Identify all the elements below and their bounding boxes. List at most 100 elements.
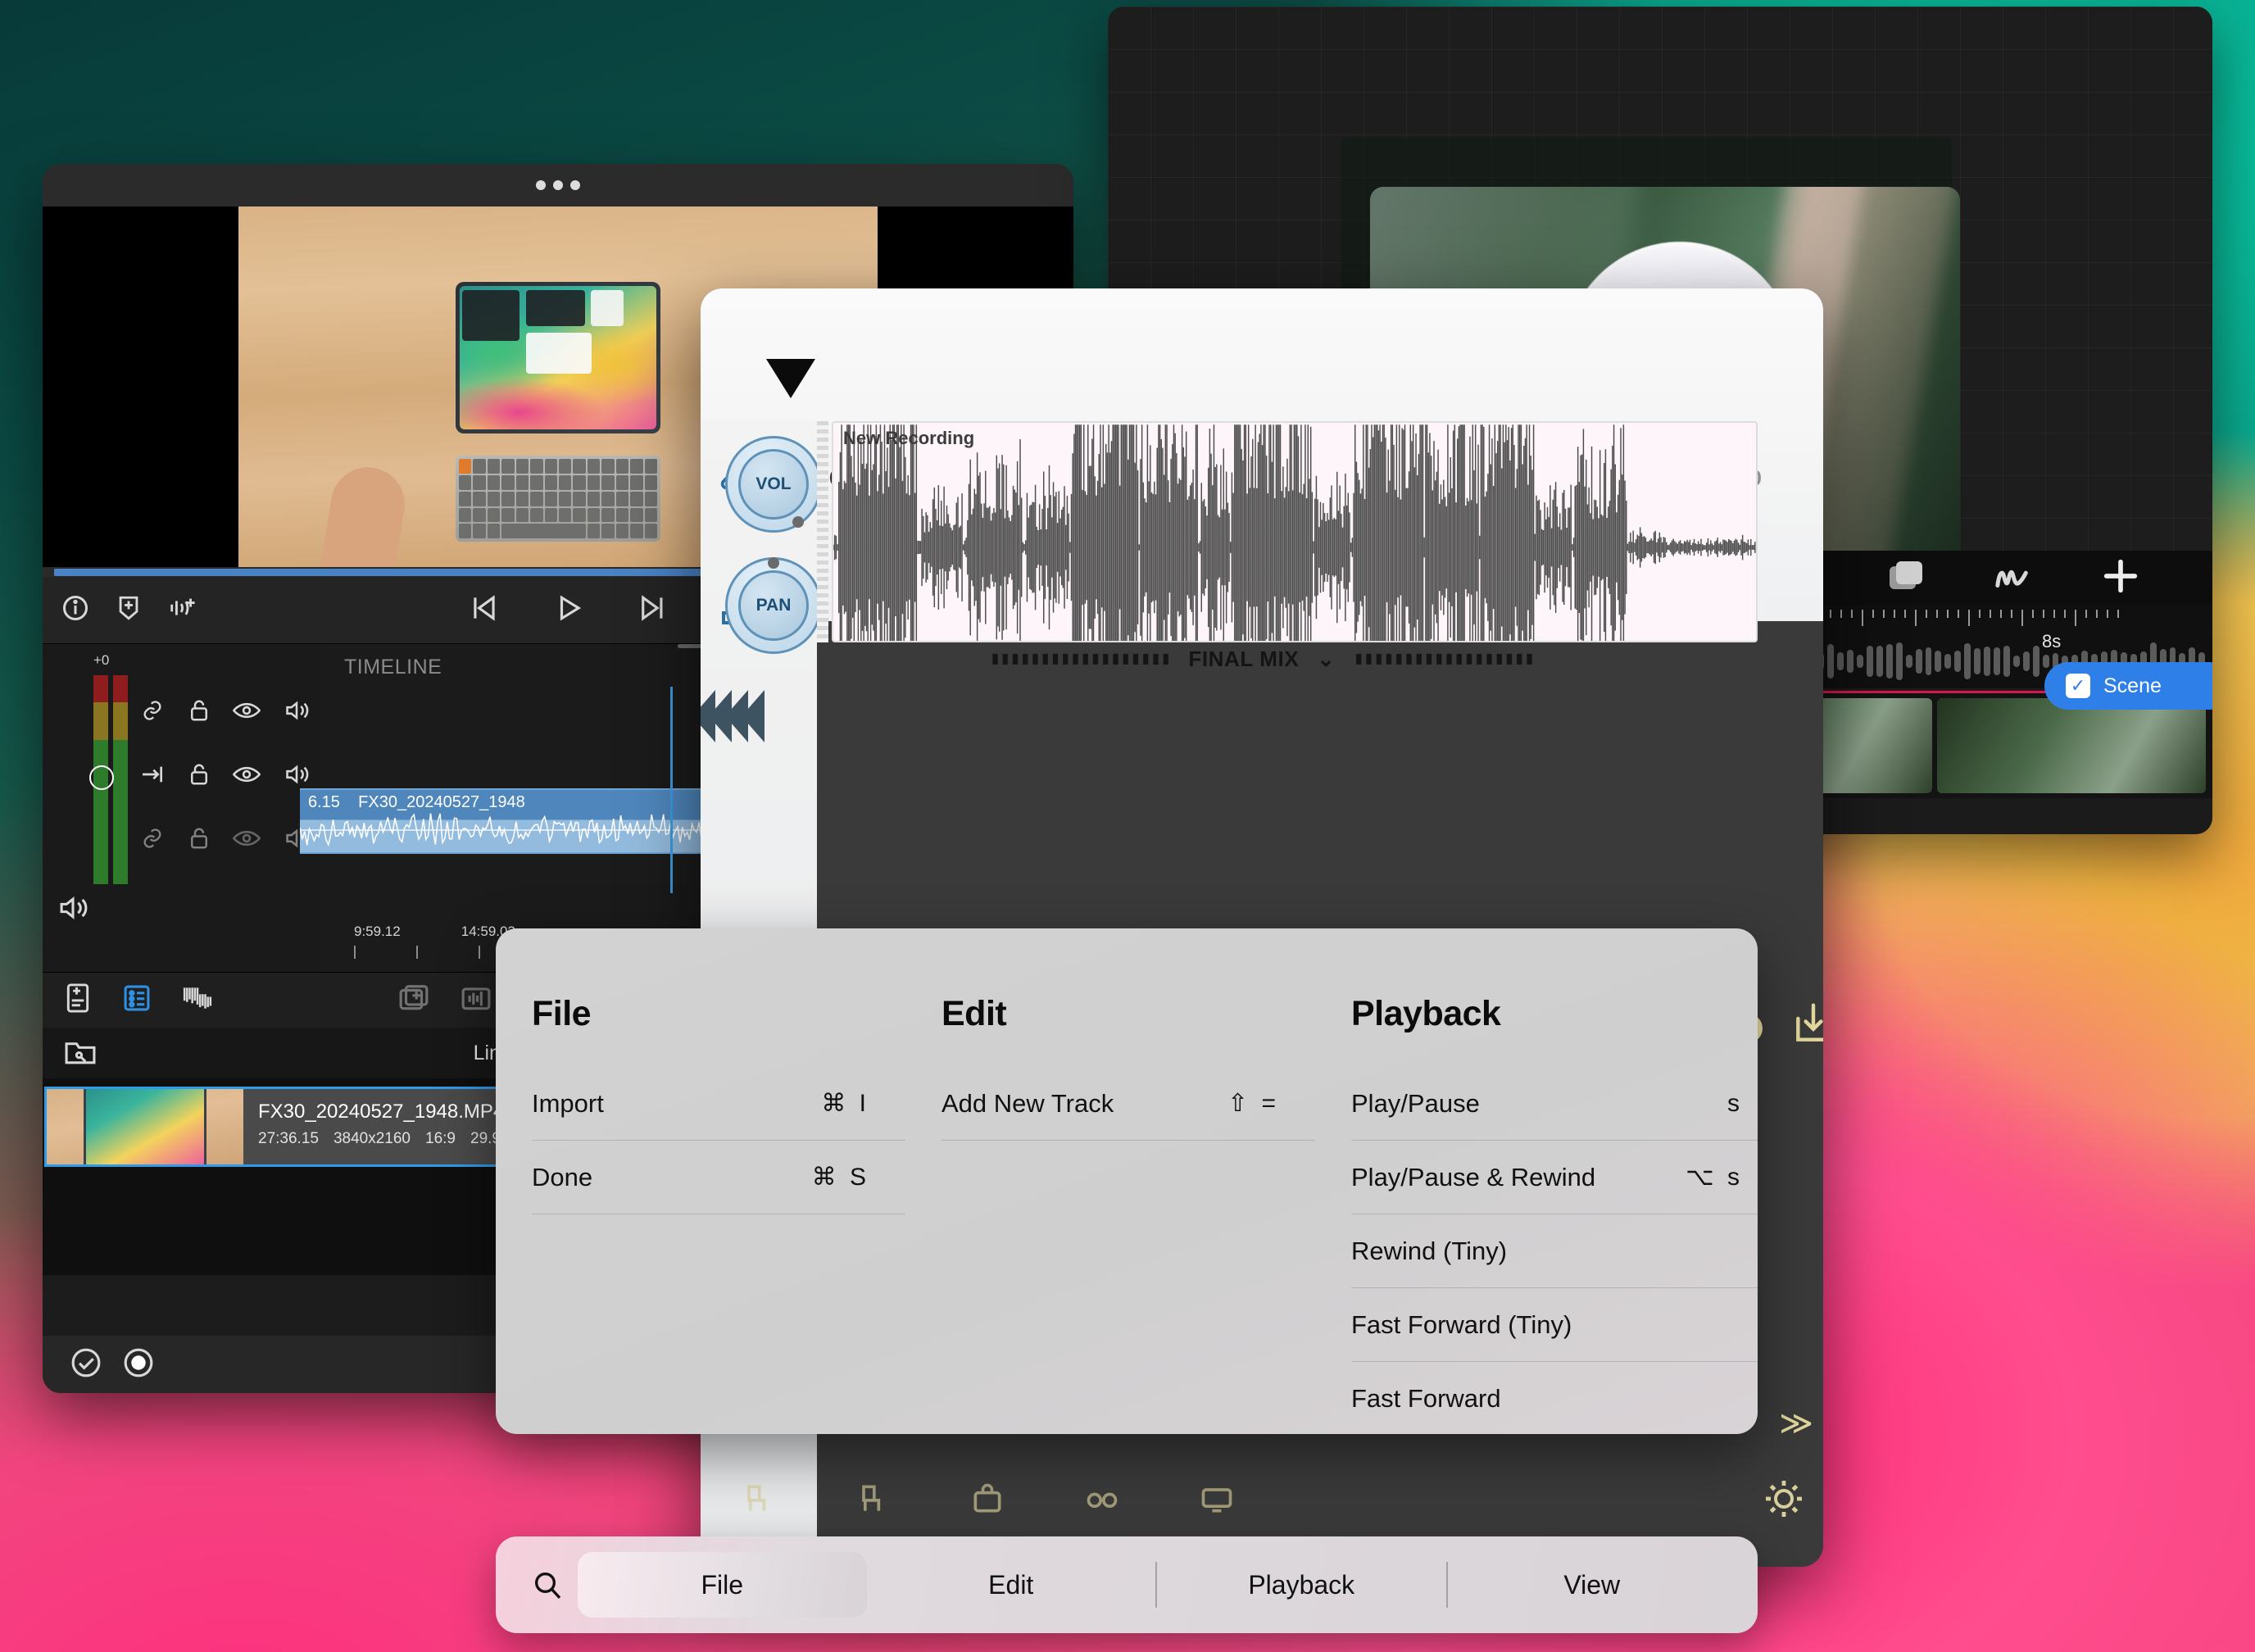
audio-bar <box>1896 642 1903 681</box>
record-icon[interactable] <box>123 1347 154 1382</box>
gear-icon[interactable] <box>1763 1477 1805 1524</box>
scribble-icon[interactable] <box>1991 557 2035 599</box>
monitor-icon[interactable] <box>1199 1481 1235 1521</box>
menu-item-shortcut: ⌥ s <box>1686 1163 1743 1191</box>
menu-item-label: Play/Pause & Rewind <box>1351 1163 1595 1192</box>
arrow-to-line-icon[interactable] <box>139 763 166 790</box>
glasses-icon[interactable] <box>1084 1481 1120 1521</box>
level-fader-knob[interactable] <box>89 765 114 790</box>
layers-icon[interactable] <box>1885 555 1927 601</box>
final-mix-bar: ▮▮▮▮▮▮▮▮▮▮▮▮▮▮▮▮▮▮ FINAL MIX ⌄ ▮▮▮▮▮▮▮▮▮… <box>701 626 1823 692</box>
ruler-tick <box>2096 610 2098 618</box>
info-icon[interactable] <box>61 593 90 627</box>
ruler-tick <box>2075 610 2076 626</box>
skip-end-icon[interactable] <box>637 592 669 628</box>
audio-bar <box>1876 646 1883 677</box>
new-clip-icon[interactable] <box>64 983 92 1018</box>
eye-icon[interactable] <box>233 699 261 726</box>
audio-bar <box>1926 647 1932 674</box>
marker-add-icon[interactable] <box>115 593 143 627</box>
menu-item-label: Fast Forward <box>1351 1384 1501 1414</box>
tab-edit[interactable]: Edit <box>867 1552 1156 1618</box>
check-circle-icon[interactable] <box>70 1347 102 1382</box>
ruler-tick <box>1926 610 1927 618</box>
audio-bar <box>1906 655 1912 667</box>
audio-bar <box>1964 643 1971 679</box>
audio-clip-icon[interactable] <box>461 983 492 1017</box>
menu-item-play-pause-rewind[interactable]: Play/Pause & Rewind ⌥ s <box>1351 1141 1758 1214</box>
recorder-time-ruler[interactable]: 0:0000:0500:1000:1500:2000:2500:3000:350 <box>701 375 1823 416</box>
play-icon[interactable] <box>551 592 584 628</box>
tab-file[interactable]: File <box>578 1552 867 1618</box>
fast-forward-icon[interactable]: ≫ <box>1779 1405 1808 1442</box>
menu-item-done[interactable]: Done ⌘ S <box>532 1141 905 1214</box>
final-mix-label[interactable]: FINAL MIX <box>1188 647 1299 672</box>
chair-icon[interactable] <box>740 1481 776 1521</box>
menu-item-fast-forward[interactable]: Fast Forward <box>1351 1362 1758 1434</box>
check-icon: ✓ <box>2066 674 2090 698</box>
audio-bar <box>1974 648 1980 675</box>
rewind-chevrons[interactable] <box>701 690 758 742</box>
window-titlebar[interactable] <box>43 164 1073 206</box>
plus-icon[interactable] <box>2099 555 2142 601</box>
eye-icon[interactable] <box>233 827 261 854</box>
mute-icon[interactable] <box>284 699 310 726</box>
audio-bar <box>1867 646 1873 677</box>
chair-icon[interactable] <box>855 1481 891 1521</box>
menu-tabbar: File Edit Playback View <box>496 1536 1758 1633</box>
recording-track[interactable]: New Recording <box>832 421 1758 642</box>
ruler-tick <box>1904 610 1906 618</box>
lock-icon[interactable] <box>188 762 210 791</box>
menu-item-play-pause[interactable]: Play/Pause s <box>1351 1067 1758 1141</box>
duplicate-icon[interactable] <box>398 983 429 1017</box>
audio-bar <box>1935 651 1941 672</box>
ipad-screen <box>460 286 656 429</box>
lock-icon[interactable] <box>188 826 210 855</box>
recording-name: New Recording <box>843 428 974 449</box>
recorder-playhead[interactable] <box>766 359 815 398</box>
link-icon[interactable] <box>139 699 166 726</box>
menu-item-rewind-tiny[interactable]: Rewind (Tiny) <box>1351 1214 1758 1288</box>
chevron-down-icon[interactable]: ⌄ <box>1317 647 1335 672</box>
ruler-tick <box>2107 610 2108 618</box>
menu-item-fast-forward-tiny[interactable]: Fast Forward (Tiny) <box>1351 1288 1758 1362</box>
eye-icon[interactable] <box>233 763 261 790</box>
track-rows <box>134 680 321 872</box>
scene-pill-button[interactable]: ✓ Scene <box>2044 662 2212 710</box>
menu-column-title: Edit <box>941 994 1315 1034</box>
track-gutter <box>817 421 828 642</box>
ruler-tick <box>1990 610 1991 618</box>
ruler-tick <box>1872 610 1874 618</box>
audio-bar <box>1916 649 1922 674</box>
audio-add-icon[interactable] <box>167 593 200 627</box>
ruler-tick <box>1851 610 1853 618</box>
menu-item-import[interactable]: Import ⌘ I <box>532 1067 905 1141</box>
menu-item-label: Add New Track <box>941 1089 1114 1119</box>
menu-item-shortcut: s <box>1727 1090 1743 1118</box>
mute-icon[interactable] <box>284 763 310 790</box>
bag-icon[interactable] <box>969 1481 1005 1521</box>
menu-item-shortcut: ⌘ I <box>821 1089 869 1118</box>
menu-item-add-new-track[interactable]: Add New Track ⇧ = <box>941 1067 1315 1141</box>
mix-dashes-right: ▮▮▮▮▮▮▮▮▮▮▮▮▮▮▮▮▮▮ <box>1354 648 1534 669</box>
ruler-tick <box>1979 610 1980 618</box>
lock-icon[interactable] <box>188 698 210 727</box>
link-icon[interactable] <box>139 827 166 854</box>
volume-knob[interactable]: VOL <box>738 449 809 520</box>
master-mute-icon[interactable] <box>57 894 88 926</box>
audio-bar <box>1944 654 1951 669</box>
ipad-widget <box>526 290 585 326</box>
clip-thumbnail[interactable] <box>1937 698 2207 793</box>
download-icon[interactable] <box>1790 1001 1823 1051</box>
ruler-tick <box>1883 610 1885 618</box>
tab-playback[interactable]: Playback <box>1157 1552 1446 1618</box>
waveform-icon[interactable] <box>182 983 213 1017</box>
menu-item-label: Play/Pause <box>1351 1089 1480 1119</box>
volume-knob-indicator <box>792 516 804 528</box>
hand-left <box>320 461 411 567</box>
skip-start-icon[interactable] <box>466 592 499 628</box>
track-list-icon[interactable] <box>123 984 151 1016</box>
tab-view[interactable]: View <box>1448 1552 1737 1618</box>
file-thumbnail <box>47 1089 243 1164</box>
search-icon[interactable] <box>517 1568 578 1601</box>
